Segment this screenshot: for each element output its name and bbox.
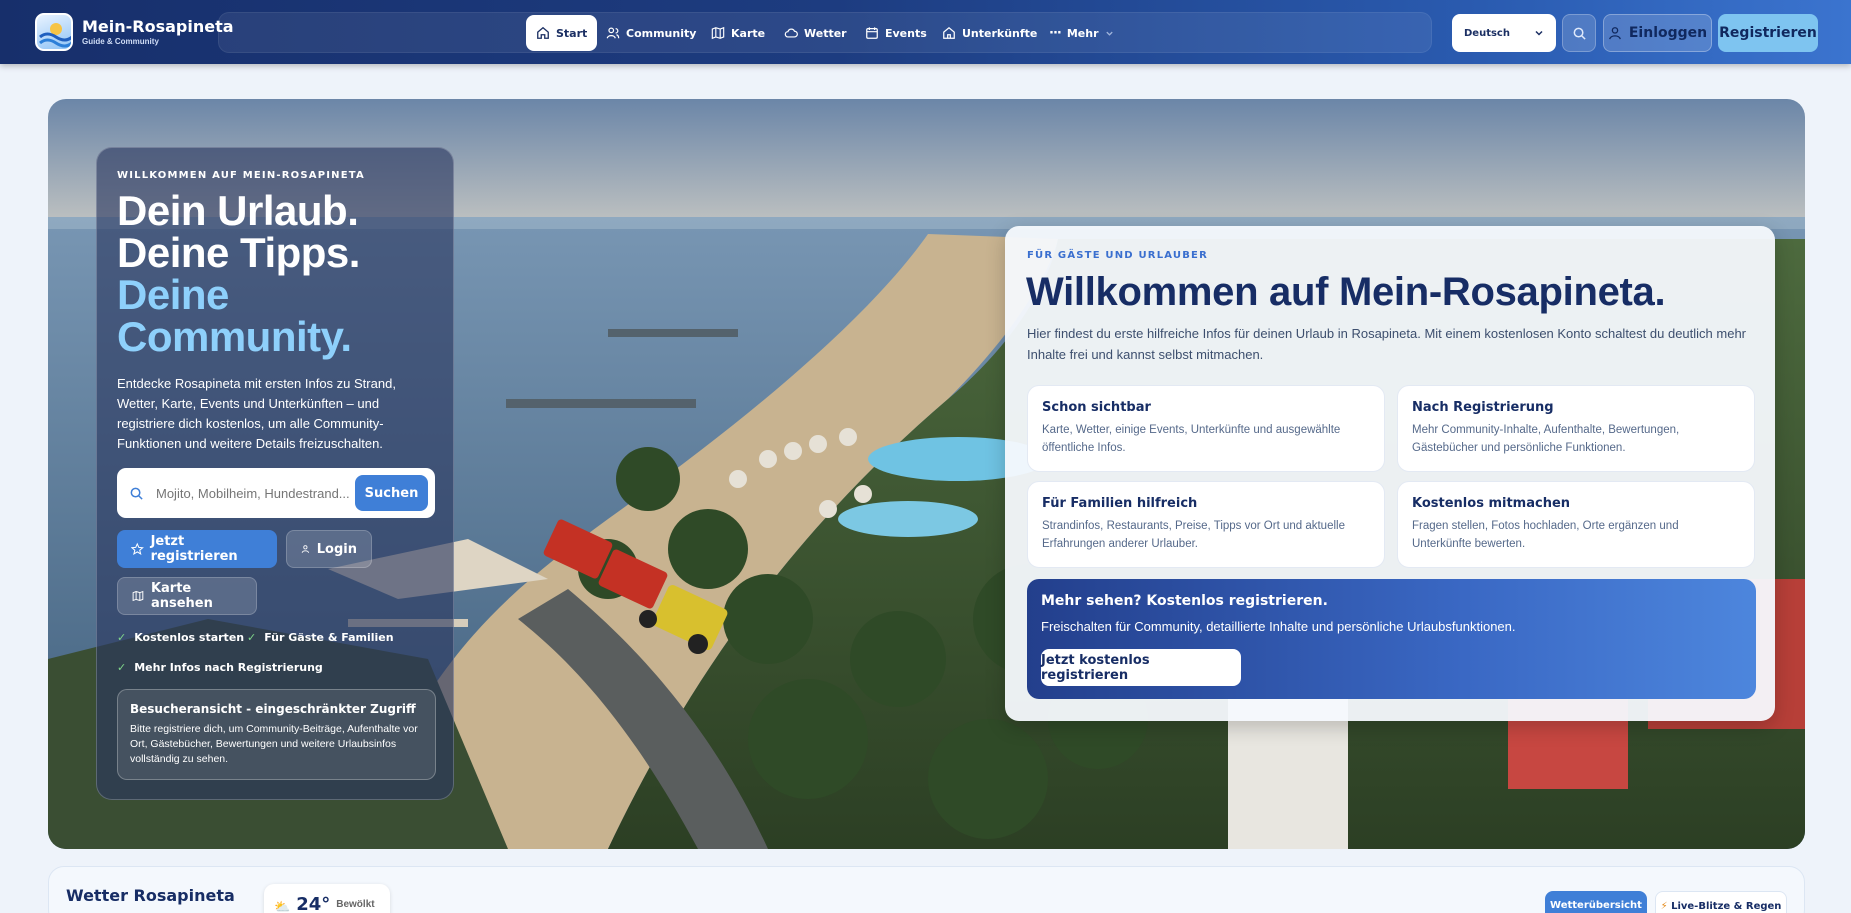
language-value: Deutsch [1464, 27, 1510, 39]
check-label: Mehr Infos nach Registrierung [134, 661, 323, 674]
check-label: Für Gäste & Familien [264, 631, 394, 644]
hero-search-bar: Suchen [117, 468, 435, 518]
register-now-button[interactable]: Jetzt registrieren [117, 530, 277, 568]
hero-section: WILLKOMMEN AUF MEIN-ROSAPINETA Dein Urla… [48, 99, 1805, 849]
brand-tagline: Guide & Community [82, 37, 159, 46]
tile-body: Fragen stellen, Fotos hochladen, Orte er… [1412, 520, 1679, 550]
partly-cloudy-icon: ⛅ [274, 899, 291, 913]
nav-item-start[interactable]: Start [526, 15, 598, 51]
tile-title: Schon sichtbar [1042, 400, 1151, 415]
weather-title: Wetter Rosapineta [66, 886, 235, 905]
register-free-button[interactable]: Jetzt kostenlos registrieren [1041, 649, 1241, 686]
cta-body: Freischalten für Community, detaillierte… [1041, 619, 1516, 634]
tile-body: Karte, Wetter, einige Events, Unterkünft… [1042, 424, 1341, 454]
weather-section: Wetter Rosapineta ⛅ 24° Bewölkt Wetterüb… [48, 866, 1805, 913]
headline-line: Dein Urlaub. [117, 187, 359, 234]
notice-body: Bitte registriere dich, um Community-Bei… [130, 723, 418, 765]
welcome-card: FÜR GÄSTE UND URLAUBER Willkommen auf Me… [1005, 226, 1775, 721]
nav-item-karte[interactable]: Karte [701, 15, 775, 51]
feature-check: ✓ Kostenlos starten [117, 631, 244, 644]
cloud-icon [784, 28, 798, 38]
tile-body: Strandinfos, Restaurants, Preise, Tipps … [1042, 520, 1345, 550]
info-tile: Kostenlos mitmachen Fragen stellen, Foto… [1397, 481, 1755, 568]
feature-check: ✓ Mehr Infos nach Registrierung [117, 661, 323, 674]
search-button[interactable] [1562, 14, 1596, 52]
info-tile: Für Familien hilfreich Strandinfos, Rest… [1027, 481, 1385, 568]
calendar-icon [866, 27, 878, 39]
tile-body: Mehr Community-Inhalte, Aufenthalte, Bew… [1412, 424, 1680, 454]
visitor-notice: Besucheransicht - eingeschränkter Zugrif… [117, 689, 436, 780]
headline-line: Deine Tipps. [117, 229, 360, 276]
nav-item-mehr[interactable]: ··· Mehr [1039, 15, 1124, 51]
nav-label: Karte [731, 26, 766, 40]
nav-label: Mehr [1066, 26, 1099, 40]
feature-check: ✓ Für Gäste & Familien [247, 631, 394, 644]
check-icon: ✓ [117, 631, 127, 644]
nav-item-unterkuenfte[interactable]: Unterkünfte [932, 15, 1047, 51]
language-select[interactable]: Deutsch [1452, 14, 1556, 52]
welcome-eyebrow: FÜR GÄSTE UND URLAUBER [1027, 250, 1208, 261]
nav-label: Wetter [804, 26, 847, 40]
map-icon [711, 26, 725, 40]
map-icon [132, 590, 144, 602]
notice-title: Besucheransicht - eingeschränkter Zugrif… [130, 702, 416, 716]
info-tile: Nach Registrierung Mehr Community-Inhalt… [1397, 385, 1755, 472]
users-icon [606, 27, 620, 39]
tab-weather-overview[interactable]: Wetterübersicht [1545, 891, 1647, 913]
lightning-icon: ⚡ [1660, 901, 1668, 912]
temperature: 24° [296, 894, 331, 913]
nav-label: Unterkünfte [962, 26, 1038, 40]
tab-live-lightning[interactable]: ⚡ Live-Blitze & Regen [1655, 891, 1787, 913]
hero-headline: Dein Urlaub. Deine Tipps. Deine Communit… [117, 190, 447, 358]
user-icon [301, 545, 310, 554]
more-icon: ··· [1049, 25, 1062, 41]
search-input[interactable] [156, 485, 355, 501]
welcome-title: Willkommen auf Mein-Rosapineta. [1026, 270, 1666, 314]
top-navbar: Mein-Rosapineta Guide & Community Start … [0, 0, 1851, 64]
hero-lead: Entdecke Rosapineta mit ersten Infos zu … [117, 376, 396, 451]
hero-eyebrow: WILLKOMMEN AUF MEIN-ROSAPINETA [117, 170, 365, 181]
headline-line: Deine [117, 271, 229, 318]
house-icon [943, 26, 955, 39]
search-icon [130, 487, 143, 500]
star-icon [131, 542, 144, 556]
button-label: Login [316, 541, 357, 557]
welcome-lead: Hier findest du erste hilfreiche Infos f… [1027, 326, 1746, 362]
view-map-button[interactable]: Karte ansehen [117, 577, 257, 615]
hero-intro-card: WILLKOMMEN AUF MEIN-ROSAPINETA Dein Urla… [96, 147, 454, 800]
check-icon: ✓ [117, 661, 127, 674]
hero-login-button[interactable]: Login [286, 530, 372, 568]
button-label: Karte ansehen [150, 581, 213, 611]
cta-title: Mehr sehen? Kostenlos registrieren. [1041, 593, 1328, 609]
nav-item-community[interactable]: Community [596, 15, 706, 51]
nav-label: Community [626, 26, 697, 40]
info-tile: Schon sichtbar Karte, Wetter, einige Eve… [1027, 385, 1385, 472]
search-submit-button[interactable]: Suchen [355, 475, 428, 511]
register-button[interactable]: Registrieren [1718, 14, 1818, 52]
nav-item-wetter[interactable]: Wetter [774, 15, 857, 51]
button-label: Jetzt registrieren [150, 534, 238, 564]
login-button[interactable]: Einloggen [1603, 14, 1712, 52]
current-weather-badge: ⛅ 24° Bewölkt [264, 884, 390, 913]
weather-description: Bewölkt [336, 899, 375, 910]
brand-name[interactable]: Mein-Rosapineta [82, 17, 234, 36]
tile-title: Für Familien hilfreich [1042, 496, 1198, 511]
logo-icon[interactable] [35, 13, 73, 51]
chevron-down-icon [1105, 31, 1113, 36]
home-icon [537, 26, 549, 39]
check-label: Kostenlos starten [134, 631, 245, 644]
tile-title: Nach Registrierung [1412, 400, 1554, 415]
user-icon [1608, 27, 1621, 40]
chevron-down-icon [1535, 30, 1543, 36]
headline-line: Community. [117, 313, 352, 360]
search-icon [1573, 27, 1586, 40]
login-label: Einloggen [1628, 25, 1708, 41]
nav-item-events[interactable]: Events [855, 15, 937, 51]
check-icon: ✓ [247, 631, 257, 644]
nav-label: Start [556, 26, 588, 40]
nav-label: Events [885, 26, 927, 40]
register-cta-banner: Mehr sehen? Kostenlos registrieren. Frei… [1027, 579, 1756, 699]
tile-title: Kostenlos mitmachen [1412, 496, 1571, 511]
tab-label: Live-Blitze & Regen [1671, 901, 1782, 912]
